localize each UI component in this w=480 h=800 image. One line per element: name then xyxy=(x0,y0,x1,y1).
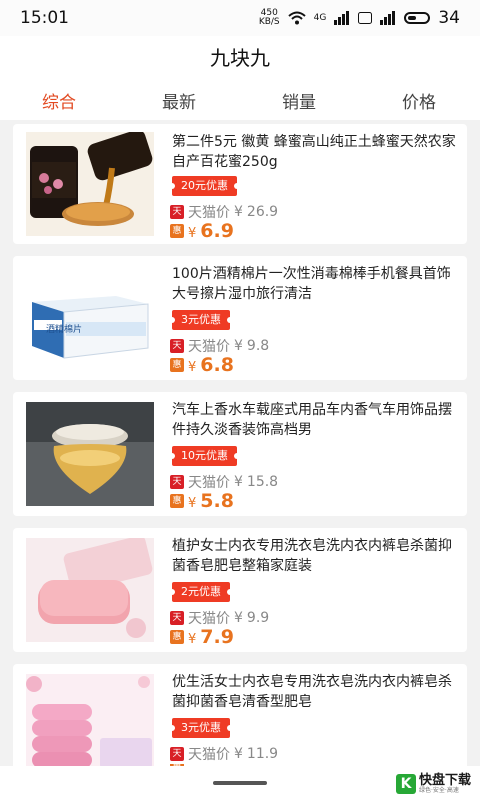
discount-icon: 惠 xyxy=(170,358,184,372)
currency-symbol: ¥ xyxy=(188,360,197,375)
tmall-icon: 天 xyxy=(170,205,184,219)
coupon-badge: 3元优惠 xyxy=(169,310,233,330)
tab-newest[interactable]: 最新 xyxy=(162,88,196,113)
page-header: 九块九 xyxy=(0,36,480,76)
tmall-icon: 天 xyxy=(170,475,184,489)
final-price-row: 惠 ¥ 5.8 xyxy=(170,490,234,512)
original-price: 11.9 xyxy=(246,746,279,762)
coupon-badge: 10元优惠 xyxy=(169,446,240,466)
platform-label: 天猫价 xyxy=(188,747,230,763)
currency-symbol: ¥ xyxy=(234,746,243,762)
product-title: 第二件5元 徽黄 蜂蜜高山纯正土蜂蜜天然农家自产百花蜜250g xyxy=(172,134,456,170)
box-label: 酒精棉片 xyxy=(46,325,83,335)
watermark-name: 快盘下载 xyxy=(419,772,472,788)
car-perfume-icon xyxy=(26,402,154,506)
product-title: 100片酒精棉片一次性消毒棉棒手机餐具首饰大号擦片湿巾旅行清洁 xyxy=(172,266,451,302)
status-icons: 450 KB/S 4G 34 xyxy=(259,8,460,28)
tmall-price-row: 天 天猫价 ¥ 9.9 xyxy=(170,608,269,628)
tmall-icon: 天 xyxy=(170,339,184,353)
discount-icon: 惠 xyxy=(170,494,184,508)
honey-jar-icon xyxy=(26,132,154,236)
tab-comprehensive[interactable]: 综合 xyxy=(42,88,76,113)
pink-soap-icon xyxy=(26,538,154,642)
tmall-price-row: 天 天猫价 ¥ 11.9 xyxy=(170,744,278,764)
tmall-price-row: 天 天猫价 ¥ 9.8 xyxy=(170,336,269,356)
tmall-icon: 天 xyxy=(170,611,184,625)
coupon-badge: 2元优惠 xyxy=(169,582,233,602)
soap-stack-icon xyxy=(26,674,154,770)
product-card[interactable]: 汽车上香水车载座式用品车内香气车用饰品摆件持久淡香装饰高档男 10元优惠 天 天… xyxy=(13,392,467,516)
clock: 15:01 xyxy=(20,8,69,28)
currency-symbol: ¥ xyxy=(188,496,197,511)
original-price: 9.9 xyxy=(246,610,270,626)
signal-icon-2 xyxy=(380,11,396,25)
tmall-icon: 天 xyxy=(170,747,184,761)
network-speed: 450 KB/S xyxy=(258,8,280,27)
product-title: 汽车上香水车载座式用品车内香气车用饰品摆件持久淡香装饰高档男 xyxy=(172,402,452,438)
platform-label: 天猫价 xyxy=(188,611,230,627)
platform-label: 天猫价 xyxy=(188,339,230,355)
battery-level: 34 xyxy=(438,8,460,28)
hd-icon xyxy=(358,12,373,24)
product-card[interactable]: 植护女士内衣专用洗衣皂洗内衣内裤皂杀菌抑菌香皂肥皂整箱家庭装 2元优惠 天 天猫… xyxy=(13,528,467,652)
final-price: 6.8 xyxy=(200,354,234,376)
product-title: 植护女士内衣专用洗衣皂洗内衣内裤皂杀菌抑菌香皂肥皂整箱家庭装 xyxy=(172,538,452,574)
status-bar: 15:01 450 KB/S 4G 34 xyxy=(0,0,480,36)
discount-icon: 惠 xyxy=(170,224,184,238)
currency-symbol: ¥ xyxy=(234,474,243,490)
final-price: 7.9 xyxy=(200,626,234,648)
currency-symbol: ¥ xyxy=(188,632,197,647)
final-price-row: 惠 ¥ 6.9 xyxy=(170,220,234,242)
product-card[interactable]: 第二件5元 徽黄 蜂蜜高山纯正土蜂蜜天然农家自产百花蜜250g 20元优惠 天 … xyxy=(13,124,467,244)
watermark-slogan: 绿色·安全·高速 xyxy=(419,786,459,794)
final-price-row: 惠 ¥ 7.9 xyxy=(170,626,234,648)
home-indicator[interactable] xyxy=(213,781,267,785)
final-price-row: 惠 ¥ 6.8 xyxy=(170,354,234,376)
original-price: 15.8 xyxy=(246,474,279,490)
tab-price[interactable]: 价格 xyxy=(402,88,436,113)
currency-symbol: ¥ xyxy=(234,610,243,626)
battery-icon xyxy=(404,12,431,24)
platform-label: 天猫价 xyxy=(188,205,230,221)
page-title: 九块九 xyxy=(210,45,270,70)
coupon-badge: 3元优惠 xyxy=(169,718,233,738)
discount-icon: 惠 xyxy=(170,630,184,644)
platform-label: 天猫价 xyxy=(188,475,230,491)
signal-icon xyxy=(334,11,350,25)
currency-symbol: ¥ xyxy=(234,338,243,354)
wifi-icon xyxy=(287,11,306,25)
sort-tabs: 综合 最新 销量 价格 xyxy=(0,76,480,120)
watermark-logo: K 快盘下载 绿色·安全·高速 xyxy=(396,772,476,796)
network-type: 4G xyxy=(313,13,327,23)
product-title: 优生活女士内衣皂专用洗衣皂洗内衣内裤皂杀菌抑菌香皂清香型肥皂 xyxy=(172,674,452,710)
watermark-k-icon: K xyxy=(396,774,416,794)
original-price: 9.8 xyxy=(246,338,270,354)
final-price: 6.9 xyxy=(200,220,234,242)
tmall-price-row: 天 天猫价 ¥ 15.8 xyxy=(170,472,278,492)
product-card[interactable]: 酒精棉片 100片酒精棉片一次性消毒棉棒手机餐具首饰大号擦片湿巾旅行清洁 3元优… xyxy=(13,256,467,380)
currency-symbol: ¥ xyxy=(188,226,197,241)
final-price: 5.8 xyxy=(200,490,234,512)
coupon-badge: 20元优惠 xyxy=(169,176,240,196)
currency-symbol: ¥ xyxy=(234,204,243,220)
tmall-price-row: 天 天猫价 ¥ 26.9 xyxy=(170,202,278,222)
original-price: 26.9 xyxy=(246,204,279,220)
tab-sales[interactable]: 销量 xyxy=(282,88,316,113)
alcohol-pad-box-icon: 酒精棉片 xyxy=(26,266,154,370)
